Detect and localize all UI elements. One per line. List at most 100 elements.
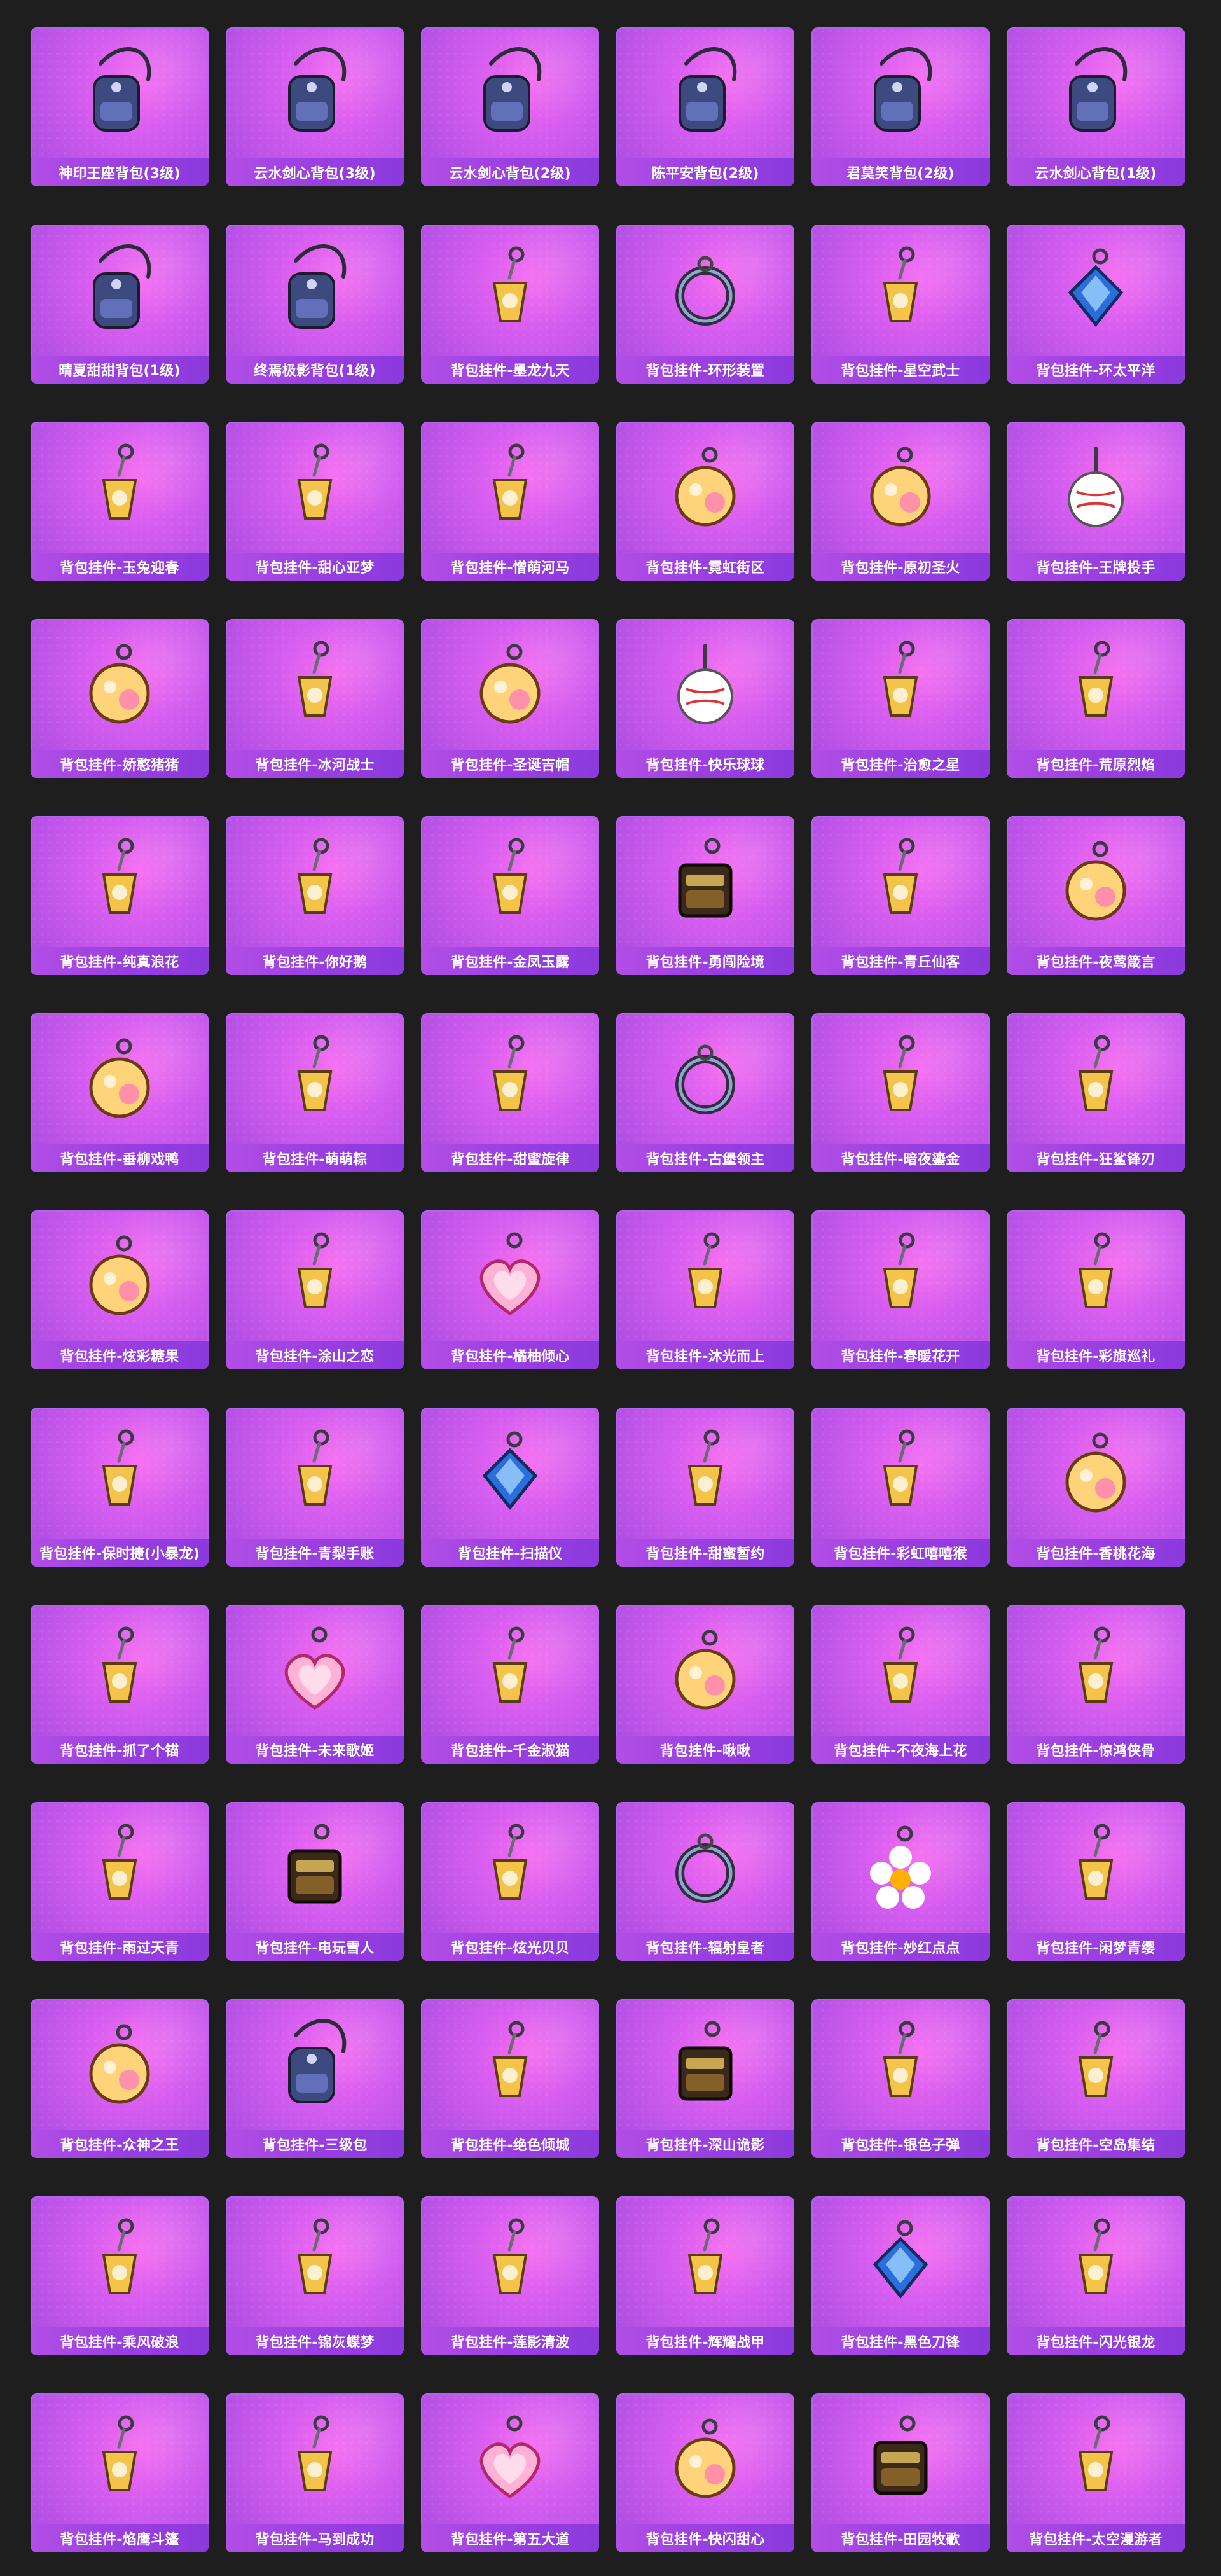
item-card[interactable]: 背包挂件-香桃花海: [1007, 1408, 1185, 1567]
item-card[interactable]: 背包挂件-冰河战士: [226, 619, 404, 778]
item-card[interactable]: 背包挂件-霓虹街区: [616, 422, 794, 581]
item-card[interactable]: 背包挂件-星空武士: [811, 225, 990, 384]
item-card[interactable]: 背包挂件-未来歌姬: [226, 1605, 404, 1764]
item-card[interactable]: 背包挂件-彩虹嘻嘻猴: [811, 1408, 990, 1567]
item-card[interactable]: 背包挂件-空岛集结: [1007, 1999, 1185, 2158]
item-card[interactable]: 背包挂件-青丘仙客: [811, 816, 990, 975]
item-card[interactable]: 背包挂件-炫彩糖果: [31, 1210, 209, 1369]
item-card[interactable]: 背包挂件-环形装置: [616, 225, 794, 384]
item-card[interactable]: 背包挂件-垂柳戏鸭: [31, 1013, 209, 1172]
item-label: 背包挂件-莲影清波: [421, 2327, 599, 2355]
item-card[interactable]: 背包挂件-深山诡影: [616, 1999, 794, 2158]
item-label: 背包挂件-星空武士: [811, 356, 990, 384]
item-label: 背包挂件-古堡领主: [616, 1144, 794, 1172]
item-card[interactable]: 背包挂件-闲梦青缨: [1007, 1802, 1185, 1961]
item-card[interactable]: 背包挂件-抓了个锚: [31, 1605, 209, 1764]
item-card[interactable]: 背包挂件-夜莺箴言: [1007, 816, 1185, 975]
item-card[interactable]: 背包挂件-保时捷(小暴龙): [31, 1408, 209, 1567]
item-label: 背包挂件-妙红点点: [811, 1933, 990, 1961]
item-card[interactable]: 背包挂件-黑色刀锋: [811, 2196, 990, 2355]
item-card[interactable]: 背包挂件-你好鹅: [226, 816, 404, 975]
item-card[interactable]: 背包挂件-锦灰蝶梦: [226, 2196, 404, 2355]
item-card[interactable]: 背包挂件-妙红点点: [811, 1802, 990, 1961]
item-card[interactable]: 神印王座背包(3级): [31, 27, 209, 186]
item-card[interactable]: 背包挂件-惊鸿侠骨: [1007, 1605, 1185, 1764]
item-card[interactable]: 背包挂件-绝色倾城: [421, 1999, 599, 2158]
item-card[interactable]: 背包挂件-甜蜜旋律: [421, 1013, 599, 1172]
item-card[interactable]: 背包挂件-银色子弹: [811, 1999, 990, 2158]
item-label: 背包挂件-治愈之星: [811, 750, 990, 778]
item-card[interactable]: 背包挂件-快乐球球: [616, 619, 794, 778]
item-card[interactable]: 背包挂件-千金淑猫: [421, 1605, 599, 1764]
item-card[interactable]: 背包挂件-彩旗巡礼: [1007, 1210, 1185, 1369]
item-label: 背包挂件-甜蜜旋律: [421, 1144, 599, 1172]
item-card[interactable]: 背包挂件-环太平洋: [1007, 225, 1185, 384]
item-card[interactable]: 背包挂件-快闪甜心: [616, 2393, 794, 2552]
item-card[interactable]: 背包挂件-三级包: [226, 1999, 404, 2158]
item-card[interactable]: 背包挂件-田园牧歌: [811, 2393, 990, 2552]
backpack-icon: [66, 239, 174, 347]
item-card[interactable]: 背包挂件-雨过天青: [31, 1802, 209, 1961]
item-card[interactable]: 背包挂件-焰鹰斗篷: [31, 2393, 209, 2552]
charm-icon: [261, 1422, 369, 1530]
charm-icon: [651, 239, 759, 347]
item-card[interactable]: 背包挂件-涂山之恋: [226, 1210, 404, 1369]
item-card[interactable]: 背包挂件-扫描仪: [421, 1408, 599, 1567]
item-card[interactable]: 背包挂件-憎萌河马: [421, 422, 599, 581]
item-card[interactable]: 背包挂件-辐射皇者: [616, 1802, 794, 1961]
item-card[interactable]: 背包挂件-乘风破浪: [31, 2196, 209, 2355]
charm-icon: [261, 1619, 369, 1727]
item-card[interactable]: 陈平安背包(2级): [616, 27, 794, 186]
item-card[interactable]: 背包挂件-暗夜鎏金: [811, 1013, 990, 1172]
item-card[interactable]: 背包挂件-王牌投手: [1007, 422, 1185, 581]
item-card[interactable]: 背包挂件-橘柚倾心: [421, 1210, 599, 1369]
item-card[interactable]: 背包挂件-马到成功: [226, 2393, 404, 2552]
item-card[interactable]: 背包挂件-辉耀战甲: [616, 2196, 794, 2355]
item-card[interactable]: 背包挂件-纯真浪花: [31, 816, 209, 975]
item-card[interactable]: 背包挂件-甜心亚梦: [226, 422, 404, 581]
item-card[interactable]: 终焉极影背包(1级): [226, 225, 404, 384]
item-card[interactable]: 背包挂件-勇闯险境: [616, 816, 794, 975]
item-card[interactable]: 背包挂件-原初圣火: [811, 422, 990, 581]
item-label: 背包挂件-电玩雪人: [226, 1933, 404, 1961]
item-card[interactable]: 背包挂件-萌萌粽: [226, 1013, 404, 1172]
item-card[interactable]: 背包挂件-第五大道: [421, 2393, 599, 2552]
item-card[interactable]: 背包挂件-墨龙九天: [421, 225, 599, 384]
item-label: 背包挂件-啾啾: [616, 1736, 794, 1764]
charm-icon: [1042, 1619, 1150, 1727]
item-card[interactable]: 背包挂件-圣诞吉帽: [421, 619, 599, 778]
item-card[interactable]: 背包挂件-闪光银龙: [1007, 2196, 1185, 2355]
item-card[interactable]: 背包挂件-荒原烈焰: [1007, 619, 1185, 778]
item-card[interactable]: 背包挂件-治愈之星: [811, 619, 990, 778]
item-card[interactable]: 背包挂件-炫光贝贝: [421, 1802, 599, 1961]
charm-icon: [456, 239, 564, 347]
item-label: 背包挂件-环形装置: [616, 356, 794, 384]
item-card[interactable]: 背包挂件-众神之王: [31, 1999, 209, 2158]
item-card[interactable]: 背包挂件-甜蜜暂约: [616, 1408, 794, 1567]
item-label: 背包挂件-沐光而上: [616, 1341, 794, 1369]
item-card[interactable]: 背包挂件-春暖花开: [811, 1210, 990, 1369]
item-card[interactable]: 晴夏甜甜背包(1级): [31, 225, 209, 384]
charm-icon: [261, 1027, 369, 1135]
item-card[interactable]: 背包挂件-青梨手账: [226, 1408, 404, 1567]
item-card[interactable]: 背包挂件-娇憨猪猪: [31, 619, 209, 778]
item-card[interactable]: 背包挂件-金凤玉露: [421, 816, 599, 975]
charm-icon: [651, 1027, 759, 1135]
item-card[interactable]: 背包挂件-不夜海上花: [811, 1605, 990, 1764]
item-card[interactable]: 云水剑心背包(1级): [1007, 27, 1185, 186]
item-card[interactable]: 背包挂件-电玩雪人: [226, 1802, 404, 1961]
charm-icon: [1042, 436, 1150, 544]
item-card[interactable]: 背包挂件-古堡领主: [616, 1013, 794, 1172]
item-card[interactable]: 云水剑心背包(3级): [226, 27, 404, 186]
item-card[interactable]: 君莫笑背包(2级): [811, 27, 990, 186]
item-card[interactable]: 云水剑心背包(2级): [421, 27, 599, 186]
item-card[interactable]: 背包挂件-沐光而上: [616, 1210, 794, 1369]
item-card[interactable]: 背包挂件-莲影清波: [421, 2196, 599, 2355]
item-label: 云水剑心背包(1级): [1007, 158, 1185, 186]
item-card[interactable]: 背包挂件-狂鲨锋刃: [1007, 1013, 1185, 1172]
item-card[interactable]: 背包挂件-太空漫游者: [1007, 2393, 1185, 2552]
item-card[interactable]: 背包挂件-玉兔迎春: [31, 422, 209, 581]
item-card[interactable]: 背包挂件-啾啾: [616, 1605, 794, 1764]
backpack-icon: [261, 2013, 369, 2121]
item-label: 背包挂件-圣诞吉帽: [421, 750, 599, 778]
